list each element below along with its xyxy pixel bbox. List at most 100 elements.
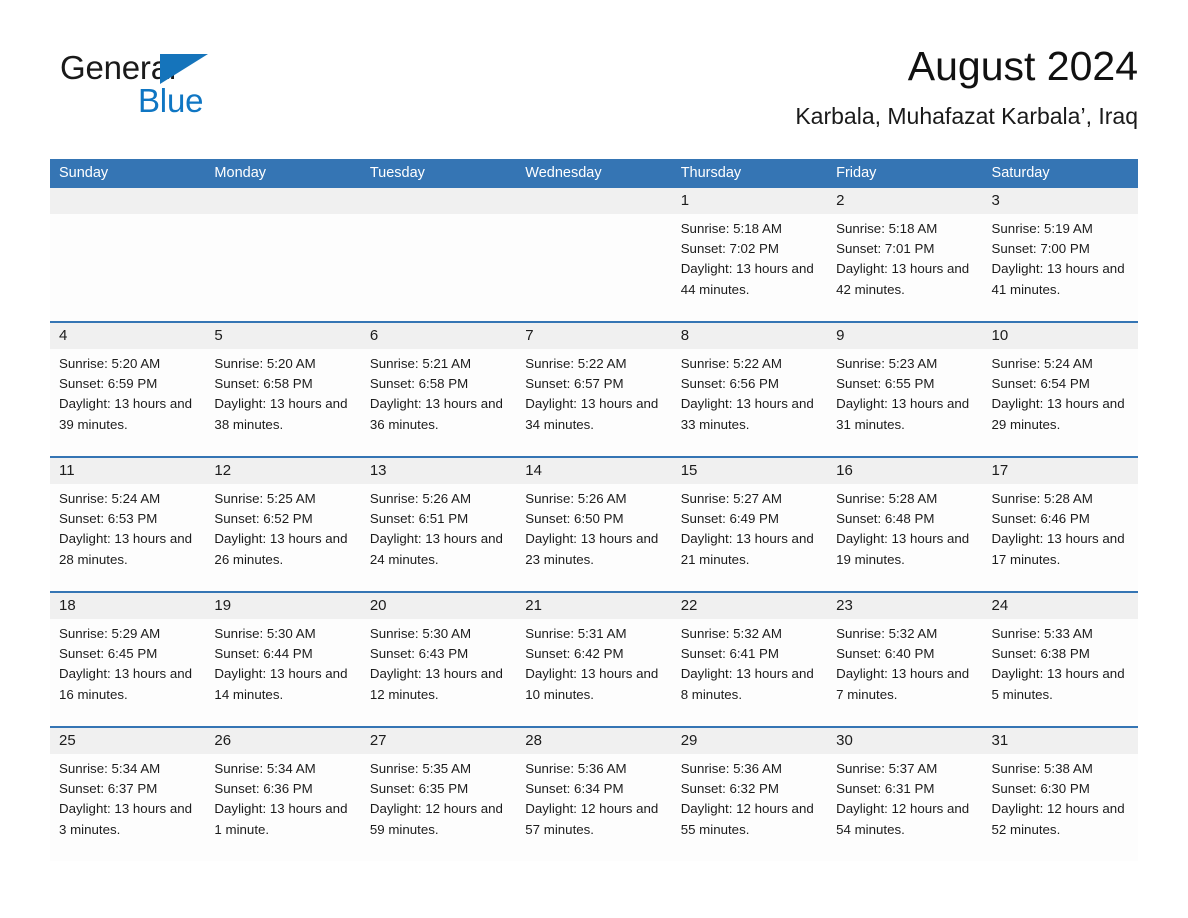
day-number: 6 [360, 323, 517, 349]
calendar-day-cell[interactable]: 8 Sunrise: 5:22 AM Sunset: 6:56 PM Daylight… [671, 323, 828, 456]
sunset-text: Sunset: 6:58 PM [369, 376, 469, 392]
calendar-day-cell[interactable]: 22 Sunrise: 5:32 AM Sunset: 6:41 PM Dayligh… [671, 593, 828, 726]
day-number: 3 [982, 188, 1138, 214]
weekday-header-monday: Monday [214, 165, 267, 181]
day-details: Sunrise: 5:33 AM Sunset: 6:38 PM Daylight:… [983, 619, 1138, 705]
sunset-text: Sunset: 7:02 PM [680, 241, 779, 257]
calendar-day-cell[interactable]: 4 Sunrise: 5:20 AM Sunset: 6:59 PM Daylight… [50, 323, 206, 456]
daylight-text: Daylight: 13 hours and 28 minutes. [59, 531, 193, 567]
calendar-day-cell[interactable]: 9 Sunrise: 5:23 AM Sunset: 6:55 PM Daylight… [827, 323, 983, 456]
daylight-text: Daylight: 13 hours and 14 minutes. [214, 666, 348, 702]
calendar-day-cell[interactable]: 30 Sunrise: 5:37 AM Sunset: 6:31 PM Dayligh… [827, 728, 983, 861]
calendar-day-cell[interactable]: 27 Sunrise: 5:35 AM Sunset: 6:35 PM Dayligh… [360, 728, 517, 861]
calendar-day-cell[interactable]: 28 Sunrise: 5:36 AM Sunset: 6:34 PM Dayligh… [516, 728, 672, 861]
day-details: Sunrise: 5:32 AM Sunset: 6:41 PM Daylight:… [672, 619, 827, 705]
generalblue-logo[interactable]: General Blue [60, 48, 260, 124]
sunrise-text: Sunrise: 5:32 AM [836, 626, 938, 641]
sunrise-text: Sunrise: 5:22 AM [680, 356, 782, 371]
calendar-day-cell[interactable]: 18 Sunrise: 5:29 AM Sunset: 6:45 PM Dayligh… [50, 593, 206, 726]
weekday-header-row: Sunday Monday Tuesday Wednesday Thursday Frid… [50, 159, 1138, 188]
calendar-day-cell[interactable]: 21 Sunrise: 5:31 AM Sunset: 6:42 PM Dayligh… [516, 593, 672, 726]
calendar-day-cell[interactable]: 7 Sunrise: 5:22 AM Sunset: 6:57 PM Daylight… [516, 323, 672, 456]
daylight-text: Daylight: 12 hours and 59 minutes. [369, 801, 503, 837]
calendar-day-cell[interactable]: 23 Sunrise: 5:32 AM Sunset: 6:40 PM Dayligh… [827, 593, 983, 726]
calendar-day-cell[interactable]: 17 Sunrise: 5:28 AM Sunset: 6:46 PM Dayligh… [982, 458, 1138, 591]
sunset-text: Sunset: 6:55 PM [836, 376, 935, 392]
day-details: Sunrise: 5:19 AM Sunset: 7:00 PM Daylight:… [983, 214, 1138, 300]
daylight-text: Daylight: 13 hours and 29 minutes. [991, 396, 1125, 432]
sunrise-text: Sunrise: 5:34 AM [59, 761, 161, 776]
calendar-day-cell[interactable]: 20 Sunrise: 5:30 AM Sunset: 6:43 PM Dayligh… [360, 593, 517, 726]
sunrise-text: Sunrise: 5:23 AM [836, 356, 938, 371]
daylight-text: Daylight: 13 hours and 38 minutes. [214, 396, 348, 432]
sunrise-text: Sunrise: 5:18 AM [680, 221, 782, 236]
sunrise-text: Sunrise: 5:22 AM [525, 356, 627, 371]
calendar-day-cell[interactable]: 10 Sunrise: 5:24 AM Sunset: 6:54 PM Dayligh… [982, 323, 1138, 456]
calendar-day-cell[interactable]: 31 Sunrise: 5:38 AM Sunset: 6:30 PM Dayligh… [982, 728, 1138, 861]
location-subtitle: Karbala, Muhafazat Karbala’, Iraq [795, 103, 1138, 129]
sunrise-text: Sunrise: 5:37 AM [836, 761, 938, 776]
calendar-day-cell[interactable]: 14 Sunrise: 5:26 AM Sunset: 6:50 PM Dayligh… [516, 458, 672, 591]
day-details: Sunrise: 5:18 AM Sunset: 7:02 PM Daylight:… [672, 214, 827, 300]
daylight-text: Daylight: 13 hours and 44 minutes. [680, 261, 814, 297]
day-number: 10 [982, 323, 1138, 349]
day-details: Sunrise: 5:22 AM Sunset: 6:56 PM Daylight:… [672, 349, 827, 435]
weekday-header-saturday: Saturday [991, 165, 1050, 181]
day-number: 22 [671, 593, 828, 619]
calendar-day-cell[interactable]: 26 Sunrise: 5:34 AM Sunset: 6:36 PM Dayligh… [205, 728, 361, 861]
calendar-week-row: 1 Sunrise: 5:18 AM Sunset: 7:02 PM Daylight… [50, 188, 1138, 321]
calendar-day-cell[interactable]: 29 Sunrise: 5:36 AM Sunset: 6:32 PM Dayligh… [671, 728, 828, 861]
sunset-text: Sunset: 7:00 PM [991, 241, 1090, 257]
day-details: Sunrise: 5:38 AM Sunset: 6:30 PM Daylight:… [983, 754, 1138, 840]
calendar-grid: Sunday Monday Tuesday Wednesday Thursday Frid… [50, 159, 1138, 861]
calendar-day-cell[interactable]: 1 Sunrise: 5:18 AM Sunset: 7:02 PM Daylight… [671, 188, 828, 321]
sunrise-text: Sunrise: 5:20 AM [214, 356, 316, 371]
day-details: Sunrise: 5:27 AM Sunset: 6:49 PM Daylight:… [672, 484, 827, 570]
day-number: 29 [671, 728, 828, 754]
daylight-text: Daylight: 13 hours and 5 minutes. [991, 666, 1125, 702]
sunset-text: Sunset: 6:43 PM [369, 646, 469, 662]
daylight-text: Daylight: 13 hours and 10 minutes. [525, 666, 659, 702]
sunset-text: Sunset: 6:48 PM [836, 511, 935, 527]
daylight-text: Daylight: 12 hours and 57 minutes. [525, 801, 659, 837]
calendar-page: General Blue August 2024 Karbala, Muhafa… [0, 0, 1188, 918]
sunset-text: Sunset: 6:56 PM [680, 376, 779, 392]
calendar-day-cell[interactable]: 19 Sunrise: 5:30 AM Sunset: 6:44 PM Dayligh… [205, 593, 361, 726]
sunset-text: Sunset: 6:52 PM [214, 511, 313, 527]
calendar-day-cell[interactable]: 24 Sunrise: 5:33 AM Sunset: 6:38 PM Dayligh… [982, 593, 1138, 726]
sunrise-text: Sunrise: 5:26 AM [369, 491, 472, 506]
sunset-text: Sunset: 6:59 PM [59, 376, 158, 392]
calendar-week-row: 25 Sunrise: 5:34 AM Sunset: 6:37 PM Dayligh… [50, 726, 1138, 861]
calendar-day-cell[interactable]: 25 Sunrise: 5:34 AM Sunset: 6:37 PM Dayligh… [50, 728, 206, 861]
calendar-day-cell[interactable]: 3 Sunrise: 5:19 AM Sunset: 7:00 PM Daylight… [982, 188, 1138, 321]
calendar-day-cell[interactable]: 5 Sunrise: 5:20 AM Sunset: 6:58 PM Daylight… [205, 323, 361, 456]
day-details: Sunrise: 5:28 AM Sunset: 6:48 PM Daylight:… [827, 484, 982, 570]
sunrise-text: Sunrise: 5:24 AM [991, 356, 1093, 371]
daylight-text: Daylight: 13 hours and 3 minutes. [59, 801, 193, 837]
sunset-text: Sunset: 6:37 PM [59, 781, 158, 797]
day-number: 21 [516, 593, 672, 619]
calendar-day-cell[interactable]: 13 Sunrise: 5:26 AM Sunset: 6:51 PM Dayligh… [360, 458, 517, 591]
calendar-day-cell[interactable]: 2 Sunrise: 5:18 AM Sunset: 7:01 PM Daylight… [827, 188, 983, 321]
logo-text-blue: Blue [138, 82, 204, 119]
day-number: 15 [671, 458, 828, 484]
weekday-header-thursday: Thursday [680, 165, 742, 181]
daylight-text: Daylight: 12 hours and 55 minutes. [680, 801, 814, 837]
day-number: 7 [516, 323, 672, 349]
sunset-text: Sunset: 6:38 PM [991, 646, 1090, 662]
weekday-header-sunday: Sunday [59, 165, 109, 181]
day-number: 27 [360, 728, 517, 754]
calendar-day-cell[interactable]: 16 Sunrise: 5:28 AM Sunset: 6:48 PM Dayligh… [827, 458, 983, 591]
calendar-day-cell[interactable]: 11 Sunrise: 5:24 AM Sunset: 6:53 PM Dayligh… [50, 458, 206, 591]
calendar-day-cell[interactable]: 12 Sunrise: 5:25 AM Sunset: 6:52 PM Dayligh… [205, 458, 361, 591]
day-details: Sunrise: 5:36 AM Sunset: 6:34 PM Daylight:… [516, 754, 671, 840]
day-number: 23 [827, 593, 983, 619]
sunset-text: Sunset: 6:54 PM [991, 376, 1090, 392]
calendar-day-cell[interactable]: 15 Sunrise: 5:27 AM Sunset: 6:49 PM Dayligh… [671, 458, 828, 591]
sunset-text: Sunset: 6:36 PM [214, 781, 313, 797]
calendar-day-cell[interactable]: 6 Sunrise: 5:21 AM Sunset: 6:58 PM Daylight… [360, 323, 517, 456]
sunset-text: Sunset: 6:31 PM [836, 781, 935, 797]
sunrise-text: Sunrise: 5:31 AM [525, 626, 627, 641]
day-number: 18 [50, 593, 206, 619]
day-number: 12 [205, 458, 361, 484]
